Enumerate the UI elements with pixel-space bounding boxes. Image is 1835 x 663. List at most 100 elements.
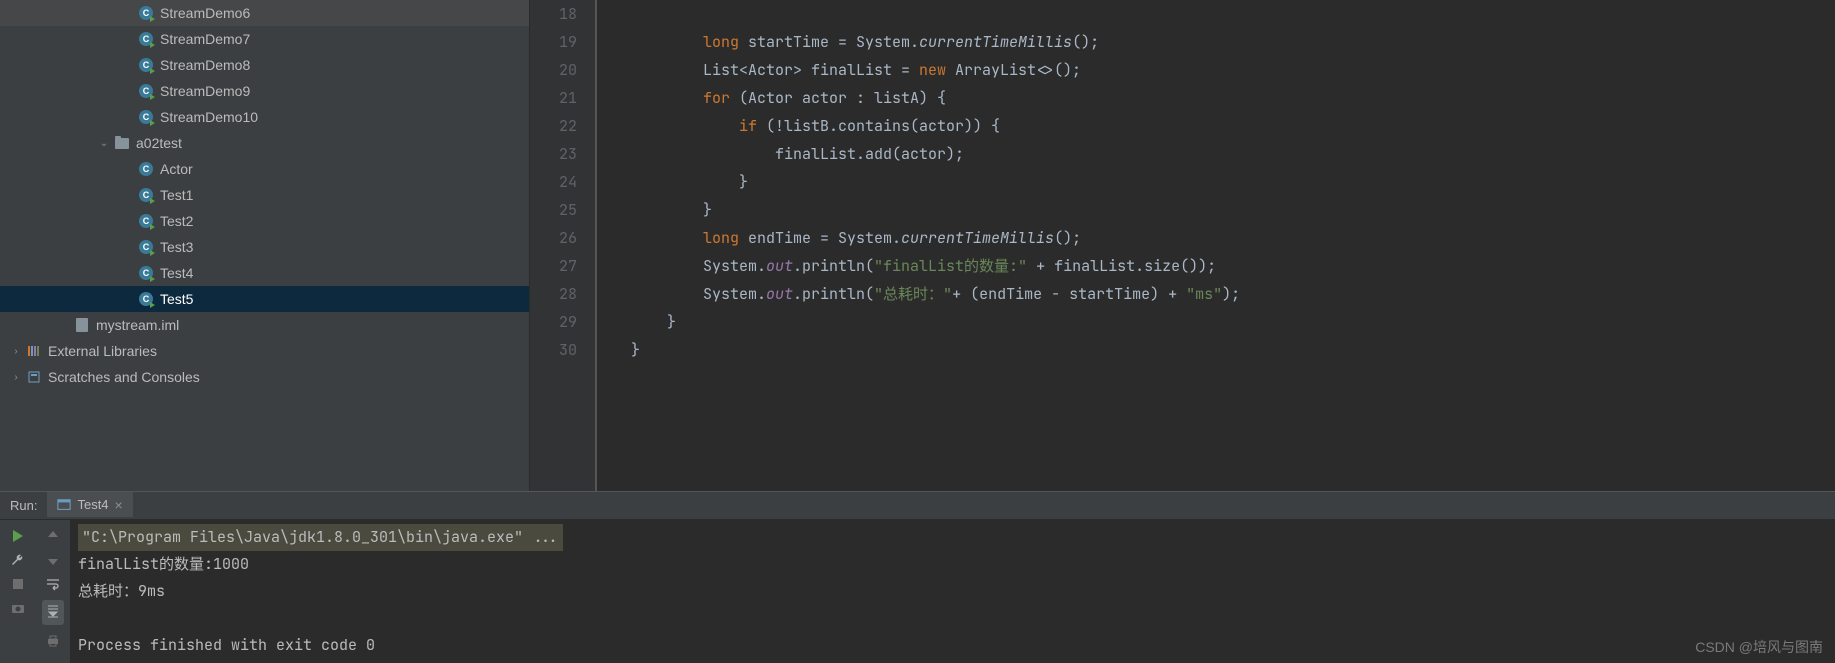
line-number[interactable]: 24 [540,168,577,196]
watermark: CSDN @培风与图南 [1695,637,1823,657]
line-gutter: 18192021222324252627282930 [530,0,595,491]
stop-icon[interactable] [10,576,26,592]
scroll-to-end-button[interactable] [42,600,64,625]
line-number[interactable]: 22 [540,112,577,140]
class-icon: C [138,5,154,21]
code-line[interactable]: } [631,308,1240,336]
tree-item-test4[interactable]: CTest4 [0,260,529,286]
project-tree[interactable]: CStreamDemo6CStreamDemo7CStreamDemo8CStr… [0,0,530,491]
tree-item-external-libraries[interactable]: › External Libraries [0,338,529,364]
soft-wrap-icon[interactable] [45,576,61,592]
tree-item-streamdemo7[interactable]: C StreamDemo7 [0,26,529,52]
line-number[interactable]: 26 [540,224,577,252]
line-number[interactable]: 23 [540,140,577,168]
tree-item-label: StreamDemo7 [160,31,250,47]
code-line[interactable]: System.out.println("finalList的数量:" + fin… [631,252,1240,280]
expand-arrow-icon[interactable] [120,291,136,307]
code-line[interactable]: long endTime = System.currentTimeMillis(… [631,224,1240,252]
run-toolbar-left [0,520,35,663]
console-line [78,605,1827,632]
tree-item-label: StreamDemo8 [160,57,250,73]
fold-column[interactable] [595,0,615,491]
code-content[interactable]: long startTime = System.currentTimeMilli… [615,0,1240,491]
expand-arrow-icon[interactable] [56,317,72,333]
expand-arrow-icon[interactable] [120,187,136,203]
tree-item-streamdemo10[interactable]: CStreamDemo10 [0,104,529,130]
tree-item-label: External Libraries [48,343,157,359]
up-arrow-icon[interactable] [45,528,61,544]
line-number[interactable]: 21 [540,84,577,112]
code-line[interactable]: List<Actor> finalList = new ArrayList<>(… [631,56,1240,84]
expand-arrow-icon[interactable] [120,31,136,47]
console-output[interactable]: "C:\Program Files\Java\jdk1.8.0_301\bin\… [70,520,1835,663]
expand-arrow-icon[interactable]: ⌄ [96,135,112,151]
tree-item-label: mystream.iml [96,317,179,333]
class-icon: C [138,187,154,203]
tree-item-streamdemo9[interactable]: CStreamDemo9 [0,78,529,104]
tree-item-streamdemo8[interactable]: CStreamDemo8 [0,52,529,78]
expand-arrow-icon[interactable] [120,265,136,281]
expand-arrow-icon[interactable] [120,83,136,99]
run-tool-window: Run: Test4 × "C:\Program Files\Java\jdk1… [0,491,1835,663]
tree-item-scratches-and-consoles[interactable]: › Scratches and Consoles [0,364,529,390]
line-number[interactable]: 18 [540,0,577,28]
tree-item-test3[interactable]: CTest3 [0,234,529,260]
tree-item-actor[interactable]: C Actor [0,156,529,182]
close-icon[interactable]: × [115,497,123,513]
tree-item-mystream-iml[interactable]: mystream.iml [0,312,529,338]
line-number[interactable]: 28 [540,280,577,308]
code-line[interactable] [631,0,1240,28]
class-icon: C [138,291,154,307]
line-number[interactable]: 30 [540,336,577,364]
expand-arrow-icon[interactable] [120,57,136,73]
tree-item-test5[interactable]: C Test5 [0,286,529,312]
tree-item-test2[interactable]: CTest2 [0,208,529,234]
expand-arrow-icon[interactable] [120,161,136,177]
code-editor[interactable]: 18192021222324252627282930 long startTim… [530,0,1835,491]
tree-item-label: Actor [160,161,193,177]
print-icon[interactable] [45,633,61,649]
class-icon: C [138,239,154,255]
line-number[interactable]: 27 [540,252,577,280]
line-number[interactable]: 25 [540,196,577,224]
expand-arrow-icon[interactable]: › [8,343,24,359]
run-tab[interactable]: Test4 × [47,492,132,519]
run-label: Run: [0,498,47,513]
run-header: Run: Test4 × [0,492,1835,520]
line-number[interactable]: 19 [540,28,577,56]
console-line: finalList的数量:1000 [78,551,1827,578]
code-line[interactable]: } [631,336,1240,364]
class-icon: C [138,109,154,125]
tree-item-label: Test4 [160,265,193,281]
code-line[interactable]: System.out.println("总耗时："+ (endTime - st… [631,280,1240,308]
code-line[interactable]: } [631,168,1240,196]
camera-icon[interactable] [10,600,26,616]
down-arrow-icon[interactable] [45,552,61,568]
code-line[interactable]: if (!listB.contains(actor)) { [631,112,1240,140]
wrench-icon[interactable] [10,552,26,568]
expand-arrow-icon[interactable] [120,213,136,229]
class-icon: C [138,31,154,47]
class-icon: C [138,161,154,177]
expand-arrow-icon[interactable] [120,109,136,125]
line-number[interactable]: 20 [540,56,577,84]
line-number[interactable]: 29 [540,308,577,336]
run-toolbar-secondary [35,520,70,663]
expand-arrow-icon[interactable] [120,5,136,21]
rerun-icon[interactable] [10,528,26,544]
file-icon [74,317,90,333]
tree-item-label: Test5 [160,291,193,307]
expand-arrow-icon[interactable]: › [8,369,24,385]
tree-item-streamdemo6[interactable]: C StreamDemo6 [0,0,529,26]
console-line: 总耗时：9ms [78,578,1827,605]
code-line[interactable]: finalList.add(actor); [631,140,1240,168]
tree-item-a02test[interactable]: ⌄a02test [0,130,529,156]
code-line[interactable]: for (Actor actor : listA) { [631,84,1240,112]
code-line[interactable]: long startTime = System.currentTimeMilli… [631,28,1240,56]
tree-item-test1[interactable]: CTest1 [0,182,529,208]
tree-item-label: Scratches and Consoles [48,369,200,385]
scratch-icon [26,369,42,385]
expand-arrow-icon[interactable] [120,239,136,255]
tree-item-label: StreamDemo6 [160,5,250,21]
code-line[interactable]: } [631,196,1240,224]
